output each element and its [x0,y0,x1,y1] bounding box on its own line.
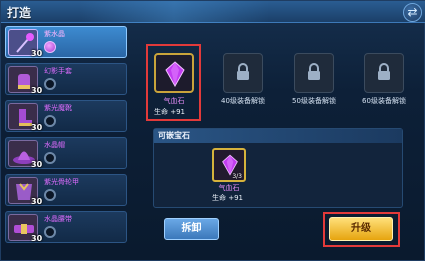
gem-inventory-panel: 可嵌宝石 3/3 气血石 生命 +91 [153,128,403,208]
inventory-gem-name: 气血石 [218,184,240,192]
gem-slot-label: 40级装备解锁 [221,97,265,105]
gem-slot-4[interactable] [364,53,404,93]
gem-slot-label: 50级装备解锁 [292,97,336,105]
equipment-level: 30 [31,49,43,58]
purple-gem-icon [165,61,185,87]
equipment-thumb: 30 [8,177,42,206]
remove-button[interactable]: 拆卸 [164,218,219,240]
gem-slot-title: 气血石 [163,97,185,105]
empty-gem-socket-icon [44,78,56,90]
equipment-thumb: 30 [8,140,42,169]
empty-gem-socket-icon [44,189,56,201]
gem-slot-stat: 生命 +91 [154,108,185,116]
equipment-item-1[interactable]: 30 紫水晶 [5,26,127,58]
equipment-level: 30 [31,234,43,243]
empty-gem-socket-icon [44,226,56,238]
gem-inventory-header: 可嵌宝石 [154,129,402,143]
title-decoration [79,1,269,23]
equipment-name: 紫光骨轮甲 [44,178,79,186]
equipment-item-3[interactable]: 30 紫光魔靴 [5,100,127,132]
equipment-name: 幻影手套 [44,67,72,75]
equipment-list: 30 紫水晶 30 幻影手套 30 紫光魔靴 30 水晶帽 30 紫光骨轮甲 3… [5,26,127,261]
equipment-thumb: 30 [8,214,42,243]
inventory-gem-stat: 生命 +91 [212,194,243,202]
forge-window: 打造 ⇄ 30 紫水晶 30 幻影手套 30 紫光魔靴 30 水晶帽 30 紫光… [0,0,425,261]
equipment-name: 水晶腰带 [44,215,72,223]
gem-slot-3[interactable] [294,53,334,93]
inventory-gem-slot[interactable]: 3/3 [212,148,246,182]
inlaid-gem-icon [44,41,56,53]
upgrade-button[interactable]: 升级 [329,217,393,241]
lock-icon [237,63,249,80]
equipment-name: 紫光魔靴 [44,104,72,112]
equipment-level: 30 [31,123,43,132]
equipment-level: 30 [31,197,43,206]
window-title: 打造 [7,6,32,20]
title-bar: 打造 ⇄ [1,1,425,23]
equipment-item-4[interactable]: 30 水晶帽 [5,137,127,169]
lock-icon [308,63,320,80]
empty-gem-socket-icon [44,152,56,164]
gem-slot-label: 60级装备解锁 [362,97,406,105]
equipment-item-2[interactable]: 30 幻影手套 [5,63,127,95]
equipment-name: 水晶帽 [44,141,65,149]
equipment-level: 30 [31,86,43,95]
gem-slot-1[interactable] [154,53,194,93]
equipment-name: 紫水晶 [44,30,65,38]
equipment-thumb: 30 [8,29,42,58]
equipment-thumb: 30 [8,103,42,132]
empty-gem-socket-icon [44,115,56,127]
gem-slot-2[interactable] [223,53,263,93]
swap-arrows-icon[interactable]: ⇄ [403,3,422,22]
equipment-item-5[interactable]: 30 紫光骨轮甲 [5,174,127,206]
equipment-thumb: 30 [8,66,42,95]
equipment-level: 30 [31,160,43,169]
gem-count: 3/3 [232,173,242,180]
equipment-item-6[interactable]: 30 水晶腰带 [5,211,127,243]
lock-icon [378,63,390,80]
gem-inventory-title: 可嵌宝石 [158,131,190,140]
